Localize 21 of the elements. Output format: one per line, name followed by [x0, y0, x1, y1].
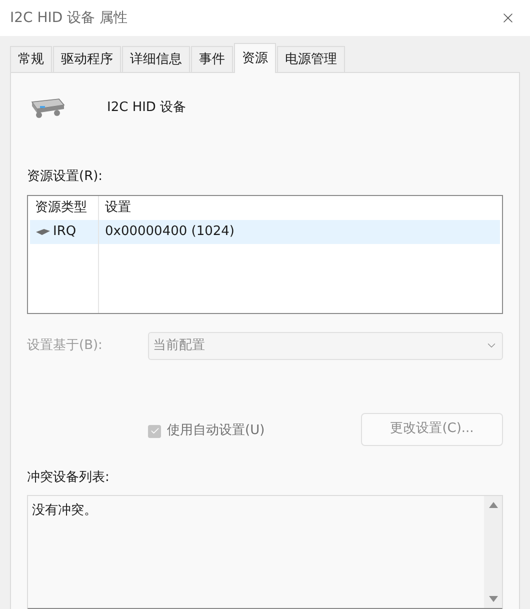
chip-icon	[35, 228, 51, 236]
tab[interactable]: 电源管理	[277, 46, 345, 72]
checkmark-icon	[150, 426, 160, 436]
window-title: I2C HID 设备 属性	[10, 8, 128, 28]
tab[interactable]: 常规	[10, 46, 52, 72]
conflict-list-label: 冲突设备列表:	[27, 468, 110, 486]
tab[interactable]: 详细信息	[122, 46, 190, 72]
tab[interactable]: 资源	[234, 43, 276, 73]
column-header[interactable]: 设置	[99, 196, 131, 220]
tab[interactable]: 驱动程序	[53, 46, 121, 72]
scroll-up-icon[interactable]	[488, 502, 498, 508]
scrollbar[interactable]	[484, 496, 502, 608]
table-cell-text: IRQ	[53, 222, 76, 241]
device-name: I2C HID 设备	[107, 99, 186, 118]
scroll-down-icon[interactable]	[488, 596, 498, 602]
resource-settings-label: 资源设置(R):	[27, 168, 104, 186]
table-cell-text: 0x00000400 (1024)	[104, 222, 234, 241]
setting-based-on-label: 设置基于(B):	[27, 336, 104, 355]
conflict-text: 没有冲突。	[31, 502, 98, 520]
table-row[interactable]: IRQ 0x00000400 (1024)	[30, 220, 500, 244]
tab[interactable]: 事件	[191, 46, 233, 72]
